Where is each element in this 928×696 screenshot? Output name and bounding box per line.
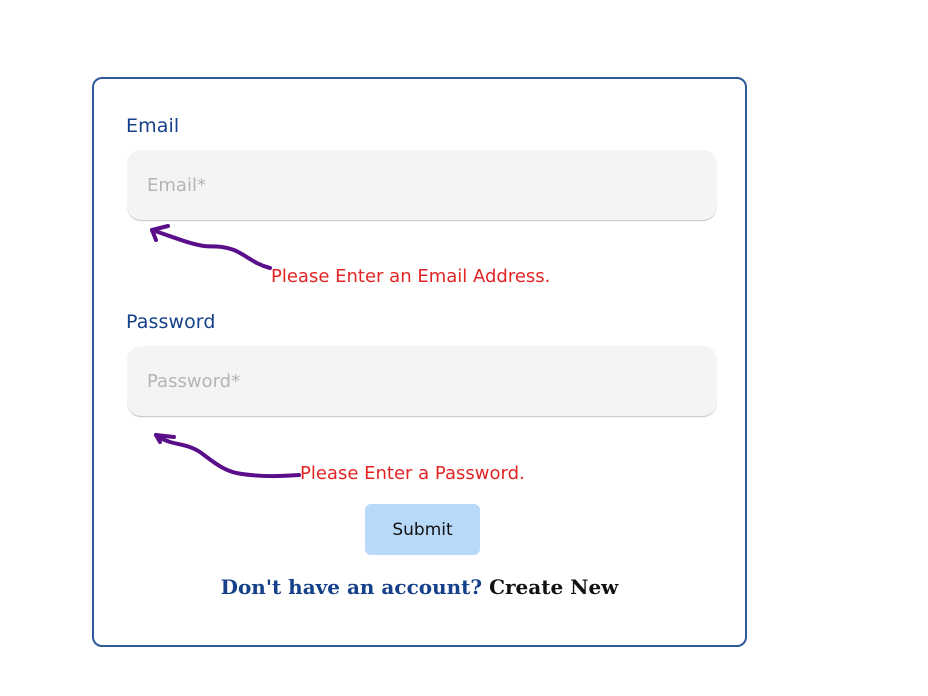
password-arrow-head-icon (154, 433, 176, 444)
password-error-arrow-icon (154, 433, 301, 479)
create-new-link[interactable]: Create New (489, 575, 618, 599)
password-error-message: Please Enter a Password. (300, 463, 525, 484)
email-label: Email (126, 115, 180, 137)
email-field[interactable] (127, 150, 717, 220)
submit-button[interactable]: Submit (365, 504, 480, 555)
email-error-arrow-icon (150, 228, 272, 270)
login-form-card: Email Please Enter an Email Address. Pas… (92, 77, 747, 647)
password-field[interactable] (127, 346, 717, 416)
signup-prompt: Don't have an account? Create New (94, 575, 745, 599)
password-label: Password (126, 311, 216, 333)
signup-question: Don't have an account? (220, 575, 483, 599)
email-error-message: Please Enter an Email Address. (271, 266, 551, 287)
email-arrow-head-icon (150, 224, 170, 242)
